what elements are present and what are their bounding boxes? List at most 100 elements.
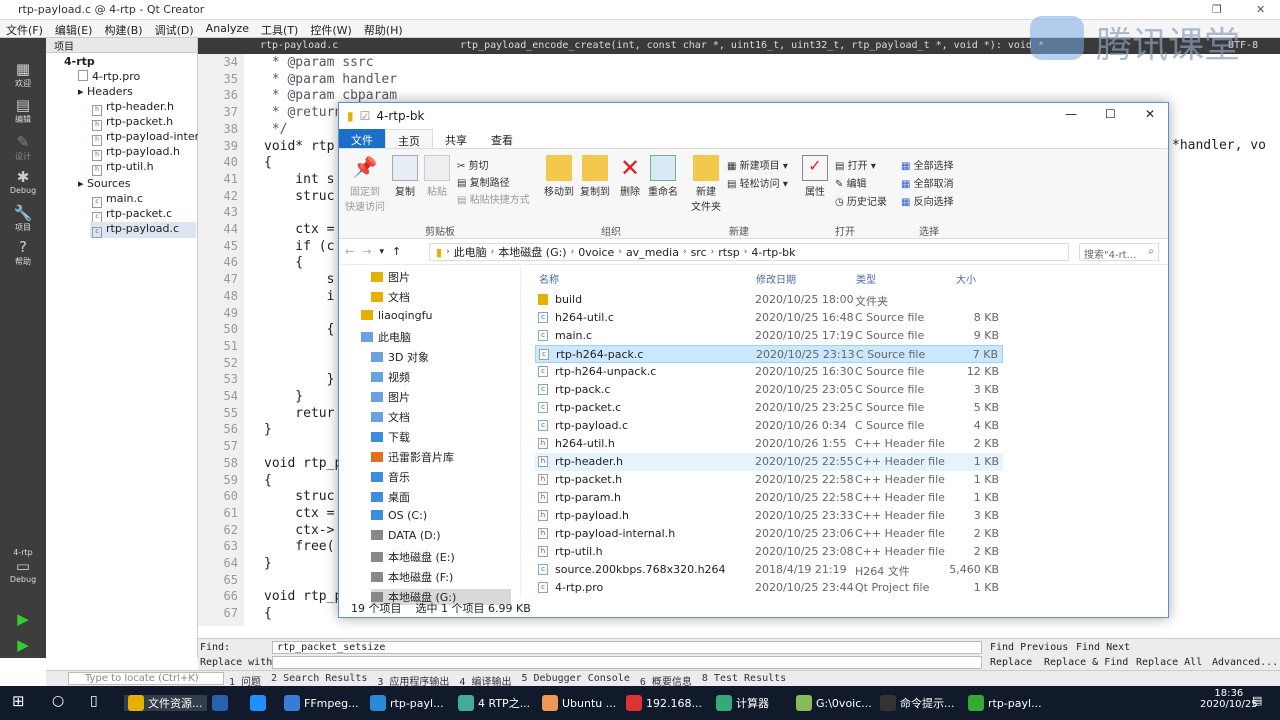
nav-item[interactable]: DATA (D:) [371,529,441,542]
tree-item[interactable]: h rtp-payload-intern [92,130,206,146]
windows-start-icon[interactable]: ⊞ [12,692,25,710]
file-row[interactable]: h rtp-param.h 2020/10/25 22:58 C++ Header f… [535,489,1003,507]
taskbar-item[interactable]: G:\0voic... [796,695,872,711]
nav-item[interactable]: 视频 [371,369,410,385]
cut-button[interactable]: ✂ 剪切 [457,157,489,172]
file-row[interactable]: build 2020/10/25 18:00 文件夹 [535,291,1003,309]
tab-home[interactable]: 主页 [385,129,433,148]
new-item-button[interactable]: ▦ 新建项目 ▾ [727,157,788,172]
nav-item[interactable]: 迅雷影音片库 [371,449,454,465]
easy-access-button[interactable]: ▤ 轻松访问 ▾ [727,175,788,190]
menu-edit[interactable]: 编辑(E) [49,20,99,37]
file-row[interactable]: c rtp-packet.c 2020/10/25 23:25 C Source fi… [535,399,1003,417]
nav-item[interactable]: 文档 [371,289,410,305]
nav-item[interactable]: 音乐 [371,469,410,485]
kit-selector[interactable]: 4-rtp ▭ Debug [0,548,46,584]
new-folder-button[interactable]: 新建 文件夹 [689,155,723,213]
tree-item[interactable]: h rtp-payload.h [92,145,180,161]
taskbar-item[interactable] [212,695,232,711]
select-none-button[interactable]: ▦ 全部取消 [901,175,954,190]
taskbar-item[interactable]: 计算器 [716,695,769,711]
edit-button[interactable]: ✎ 编辑 [835,175,867,190]
breadcrumb-separator[interactable]: › [744,247,748,257]
tree-project[interactable]: 4-rtp [64,55,95,68]
find-previous-button[interactable]: Find Previous [990,642,1068,653]
rename-button[interactable]: 重命名 [645,155,681,198]
tab-file[interactable]: 文件 [339,129,385,148]
menu-file[interactable]: 文件(F) [0,20,49,37]
breadcrumb-separator[interactable]: › [491,247,495,257]
replace-input[interactable] [272,656,982,669]
tree-item[interactable]: c rtp-packet.c [92,207,172,223]
breadcrumb-item[interactable]: 此电脑 [454,244,487,260]
file-row[interactable]: c h264-util.c 2020/10/25 16:48 C Source fil… [535,309,1003,327]
nav-item[interactable]: OS (C:) [371,509,427,522]
file-row[interactable]: h rtp-util.h 2020/10/25 23:08 C++ Header fi… [535,543,1003,561]
taskbar-item[interactable]: FFmpeg... [284,695,359,711]
nav-item[interactable]: 图片 [371,269,410,285]
file-row[interactable]: c source.200kbps.768x320.h264 2018/4/19 21… [535,561,1003,579]
menu-help[interactable]: 帮助(H) [358,20,409,37]
forward-icon[interactable]: → [362,245,371,258]
advanced-button[interactable]: Advanced... [1212,657,1278,668]
taskbar-item[interactable]: 4 RTP之... [458,695,530,711]
breadcrumb-item[interactable]: src [691,246,707,259]
column-date[interactable]: 修改日期 [756,271,796,286]
file-row[interactable]: c rtp-pack.c 2020/10/25 23:05 C Source file… [535,381,1003,399]
breadcrumb-item[interactable]: 4-rtp-bk [751,246,795,259]
select-all-button[interactable]: ▦ 全部选择 [901,157,954,172]
invert-selection-button[interactable]: ▦ 反向选择 [901,193,954,208]
properties-button[interactable]: ✓ 属性 [801,155,829,198]
breadcrumb-separator[interactable]: › [711,247,715,257]
nav-item[interactable]: 本地磁盘 (F:) [371,569,453,585]
taskbar-item[interactable]: rtp-payl... [968,695,1042,711]
breadcrumb-item[interactable]: 0voice [578,246,614,259]
file-row[interactable]: c 4-rtp.pro 2020/10/25 23:44 Qt Project fil… [535,579,1003,597]
menu-tools[interactable]: 工具(T) [255,20,304,37]
taskbar-item[interactable]: 192.168... [626,695,702,711]
tree-item[interactable]: h rtp-packet.h [92,115,173,131]
tree-item[interactable]: h rtp-header.h [92,100,174,116]
close-icon[interactable]: ✕ [1145,107,1155,121]
breadcrumb-separator[interactable]: › [683,247,687,257]
nav-item[interactable]: 3D 对象 [371,349,429,365]
up-icon[interactable]: ↑ [392,245,401,258]
mode-projects[interactable]: 🔧 项目 [0,204,46,233]
move-to-button[interactable]: 移动到 [541,155,577,198]
column-size[interactable]: 大小 [956,271,976,286]
tree-item[interactable]: c main.c [92,192,143,208]
breadcrumb-separator[interactable]: › [446,247,450,257]
nav-item[interactable]: 此电脑 [361,329,411,345]
menu-build[interactable]: 构建(B) [98,20,148,37]
notification-icon[interactable]: ▤ [1252,694,1262,707]
file-row[interactable]: c rtp-h264-pack.c 2020/10/25 23:13 C Source… [535,345,1003,363]
file-row[interactable]: c main.c 2020/10/25 17:19 C Source file 9 KB [535,327,1003,345]
mode-welcome[interactable]: ▦ 欢迎 [0,60,46,89]
locator-input[interactable]: Type to locate (Ctrl+K) [68,672,224,685]
file-row[interactable]: h rtp-packet.h 2020/10/25 22:58 C++ Header … [535,471,1003,489]
task-view-icon[interactable]: ▯ [90,693,98,709]
file-row[interactable]: c rtp-h264-unpack.c 2020/10/25 16:30 C Sour… [535,363,1003,381]
tree-folder[interactable]: ▸ Headers [78,85,133,98]
history-button[interactable]: ◷ 历史记录 [835,193,887,208]
open-button[interactable]: ▤ 打开 ▾ [835,157,876,172]
editor-function-combo[interactable]: rtp_payload_encode_create(int, const cha… [460,40,1044,51]
taskbar-item[interactable]: 文件资源... [124,695,207,711]
nav-item[interactable]: 桌面 [371,489,410,505]
taskbar-item[interactable]: 命令提示... [880,695,955,711]
mode-help[interactable]: ? 帮助 [0,238,46,267]
copy-path-button[interactable]: ▤ 复制路径 [457,174,510,189]
tab-view[interactable]: 查看 [479,129,525,148]
breadcrumb-item[interactable]: av_media [626,246,679,259]
nav-item[interactable]: 本地磁盘 (E:) [371,549,455,565]
tree-item[interactable]: h rtp-util.h [92,160,154,176]
column-type[interactable]: 类型 [856,271,876,286]
debug-run-button[interactable]: ▶ [0,636,46,654]
pin-button[interactable]: 📌 固定到 快速访问 [345,155,385,213]
file-row[interactable]: h rtp-payload-internal.h 2020/10/25 23:06 C… [535,525,1003,543]
taskbar-item[interactable] [250,695,270,711]
search-icon[interactable]: ○ [52,693,64,709]
copy-to-button[interactable]: 复制到 [577,155,613,198]
clock[interactable]: 18:36 2020/10/25 [1200,688,1258,710]
delete-button[interactable]: ✕ 删除 [617,155,643,198]
